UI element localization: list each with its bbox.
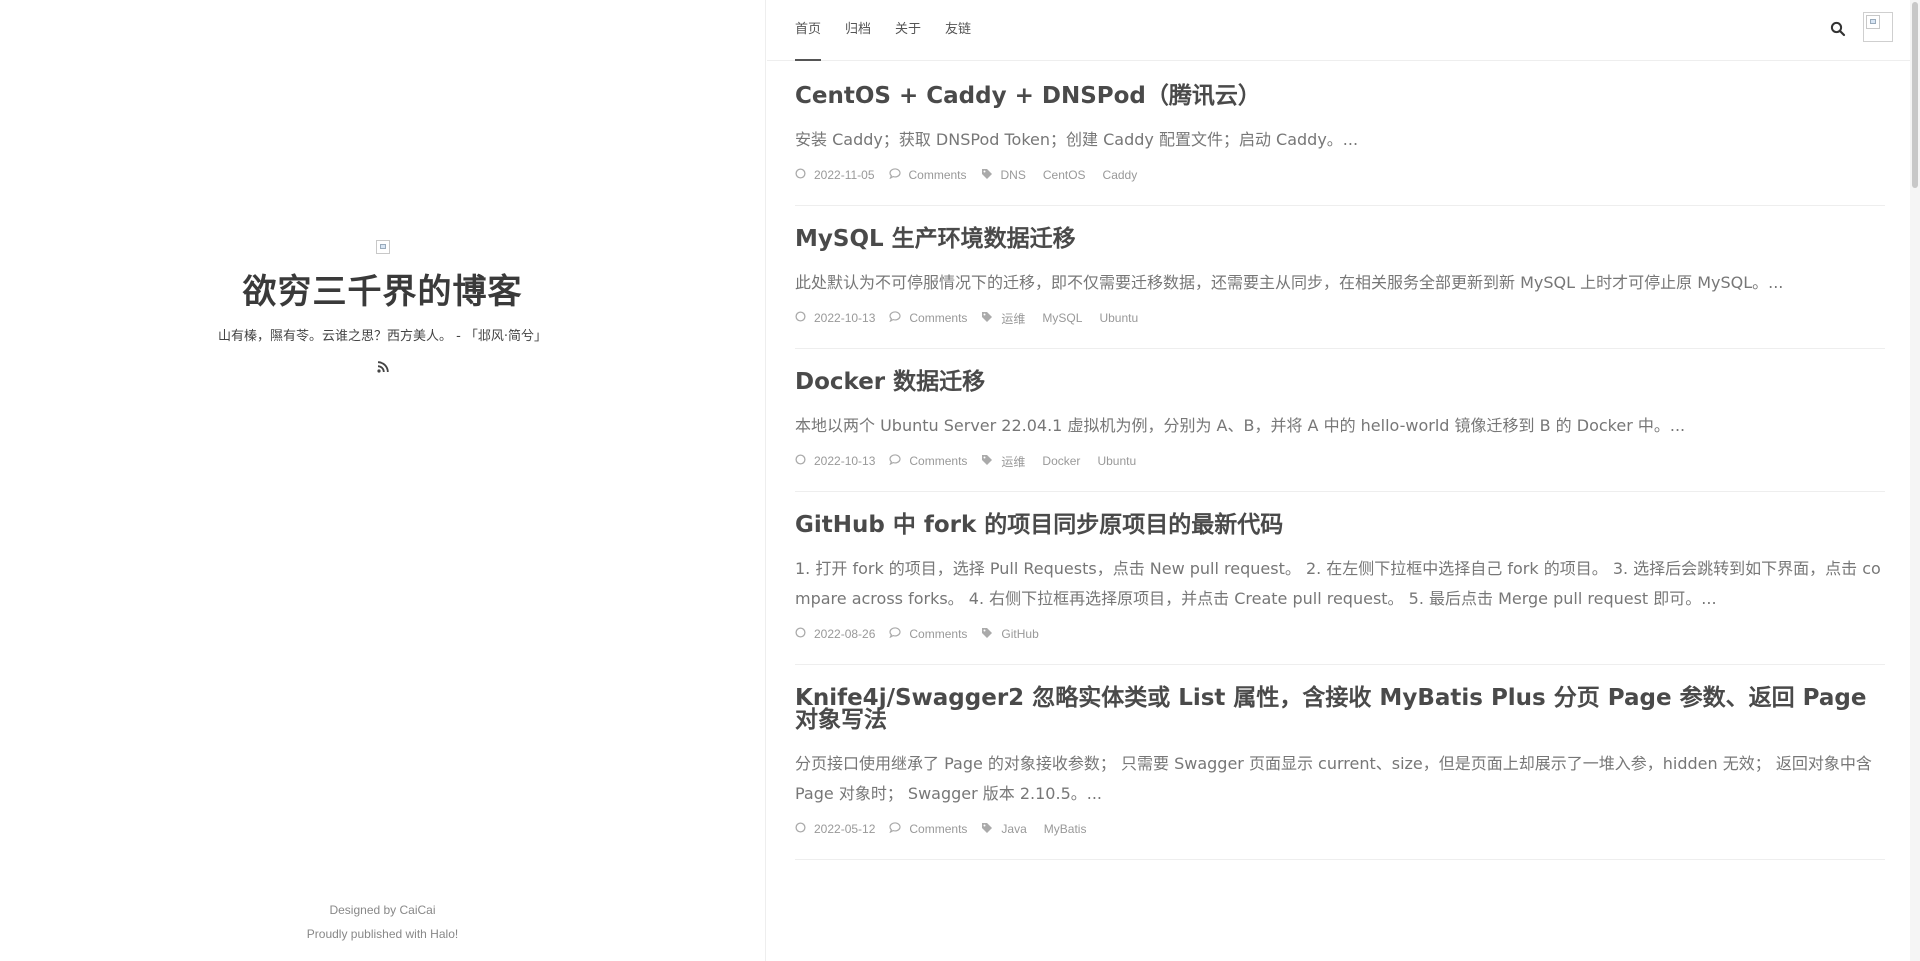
- post-meta: 2022-11-05 Comments DNS CentOS Caddy: [795, 165, 1885, 185]
- tag-icon: [981, 627, 993, 642]
- footer-published-with: Proudly published with Halo!: [306, 927, 459, 941]
- post-title[interactable]: Docker 数据迁移: [795, 371, 1885, 394]
- scrollbar-thumb[interactable]: [1912, 2, 1918, 188]
- post-comments-link[interactable]: Comments: [909, 168, 967, 182]
- tag-icon: [981, 454, 993, 469]
- post-excerpt: 安装 Caddy；获取 DNSPod Token；创建 Caddy 配置文件；启…: [795, 130, 1359, 149]
- site-description: 山有榛，隰有苓。云谁之思？西方美人。 - 「邶风·简兮」: [217, 329, 548, 344]
- avatar[interactable]: [1863, 12, 1893, 42]
- post-date: 2022-08-26: [814, 627, 876, 641]
- comment-icon: [889, 311, 901, 325]
- scrollbar[interactable]: [1910, 0, 1920, 961]
- tag-icon: [981, 168, 993, 183]
- post-meta: 2022-08-26 Comments GitHub: [795, 624, 1885, 644]
- site-title[interactable]: 欲穷三千界的博客: [0, 264, 765, 313]
- post-item: Docker 数据迁移 本地以两个 Ubuntu Server 22.04.1 …: [795, 371, 1885, 492]
- comment-icon: [889, 454, 901, 468]
- clock-icon: [795, 311, 806, 325]
- clock-icon: [795, 168, 806, 182]
- search-icon[interactable]: [1830, 21, 1846, 42]
- post-excerpt: 分页接口使用继承了 Page 的对象接收参数； 只需要 Swagger 页面显示…: [795, 754, 1872, 803]
- post-tag[interactable]: DNS: [1001, 168, 1026, 182]
- nav-item-archive[interactable]: 归档: [845, 0, 871, 60]
- rss-icon[interactable]: [376, 360, 389, 378]
- post-tag[interactable]: GitHub: [1001, 627, 1038, 641]
- post-tag[interactable]: MySQL: [1042, 311, 1082, 325]
- top-navigation: 首页 归档 关于 友链: [767, 0, 1920, 61]
- post-tag[interactable]: 运维: [1001, 453, 1025, 470]
- post-tag[interactable]: Caddy: [1103, 168, 1138, 182]
- nav-menu: 首页 归档 关于 友链: [795, 0, 995, 61]
- post-title[interactable]: CentOS + Caddy + DNSPod（腾讯云）: [795, 61, 1885, 108]
- post-item: CentOS + Caddy + DNSPod（腾讯云） 安装 Caddy；获取…: [795, 61, 1885, 206]
- clock-icon: [795, 822, 806, 836]
- post-date: 2022-11-05: [814, 168, 875, 182]
- comment-icon: [889, 822, 901, 836]
- clock-icon: [795, 627, 806, 641]
- post-item: GitHub 中 fork 的项目同步原项目的最新代码 1. 打开 fork 的…: [795, 514, 1885, 665]
- post-item: MySQL 生产环境数据迁移 此处默认为不可停服情况下的迁移，即不仅需要迁移数据…: [795, 228, 1885, 349]
- post-tag[interactable]: Ubuntu: [1099, 311, 1138, 325]
- post-tag[interactable]: MyBatis: [1044, 822, 1087, 836]
- post-excerpt: 本地以两个 Ubuntu Server 22.04.1 虚拟机为例，分别为 A、…: [795, 416, 1686, 435]
- post-comments-link[interactable]: Comments: [909, 822, 967, 836]
- post-title[interactable]: GitHub 中 fork 的项目同步原项目的最新代码: [795, 514, 1885, 537]
- post-meta: 2022-05-12 Comments Java MyBatis: [795, 819, 1885, 839]
- post-excerpt: 此处默认为不可停服情况下的迁移，即不仅需要迁移数据，还需要主从同步，在相关服务全…: [795, 273, 1784, 292]
- post-title[interactable]: MySQL 生产环境数据迁移: [795, 228, 1885, 251]
- post-item: Knife4j/Swagger2 忽略实体类或 List 属性，含接收 MyBa…: [795, 687, 1885, 860]
- post-list: CentOS + Caddy + DNSPod（腾讯云） 安装 Caddy；获取…: [795, 61, 1885, 882]
- post-title[interactable]: Knife4j/Swagger2 忽略实体类或 List 属性，含接收 MyBa…: [795, 687, 1885, 732]
- footer-designed-by: Designed by CaiCai: [329, 903, 436, 917]
- comment-icon: [889, 627, 901, 641]
- sidebar: 欲穷三千界的博客 山有榛，隰有苓。云谁之思？西方美人。 - 「邶风·简兮」 De…: [0, 0, 766, 961]
- post-tag[interactable]: Java: [1001, 822, 1026, 836]
- post-tag[interactable]: Ubuntu: [1097, 454, 1136, 468]
- post-meta: 2022-10-13 Comments 运维 Docker Ubuntu: [795, 451, 1885, 471]
- post-comments-link[interactable]: Comments: [909, 454, 967, 468]
- nav-item-about[interactable]: 关于: [895, 0, 921, 60]
- post-comments-link[interactable]: Comments: [909, 627, 967, 641]
- nav-item-home[interactable]: 首页: [795, 0, 822, 61]
- post-date: 2022-10-13: [814, 454, 876, 468]
- post-comments-link[interactable]: Comments: [909, 311, 967, 325]
- post-meta: 2022-10-13 Comments 运维 MySQL Ubuntu: [795, 308, 1885, 328]
- tag-icon: [981, 311, 993, 326]
- clock-icon: [795, 454, 806, 468]
- sidebar-profile: 欲穷三千界的博客 山有榛，隰有苓。云谁之思？西方美人。 - 「邶风·简兮」: [0, 240, 765, 378]
- post-date: 2022-10-13: [814, 311, 876, 325]
- comment-icon: [888, 168, 901, 182]
- nav-item-links[interactable]: 友链: [945, 0, 971, 60]
- post-tag[interactable]: 运维: [1001, 310, 1025, 327]
- logo-image: [375, 240, 390, 254]
- post-tag[interactable]: Docker: [1042, 454, 1080, 468]
- post-tag[interactable]: CentOS: [1043, 168, 1086, 182]
- post-date: 2022-05-12: [814, 822, 876, 836]
- post-excerpt: 1. 打开 fork 的项目，选择 Pull Requests，点击 New p…: [795, 559, 1881, 608]
- sidebar-footer: Designed by CaiCai Proudly published wit…: [0, 898, 765, 946]
- avatar-image: [1866, 15, 1880, 29]
- tag-icon: [981, 822, 993, 837]
